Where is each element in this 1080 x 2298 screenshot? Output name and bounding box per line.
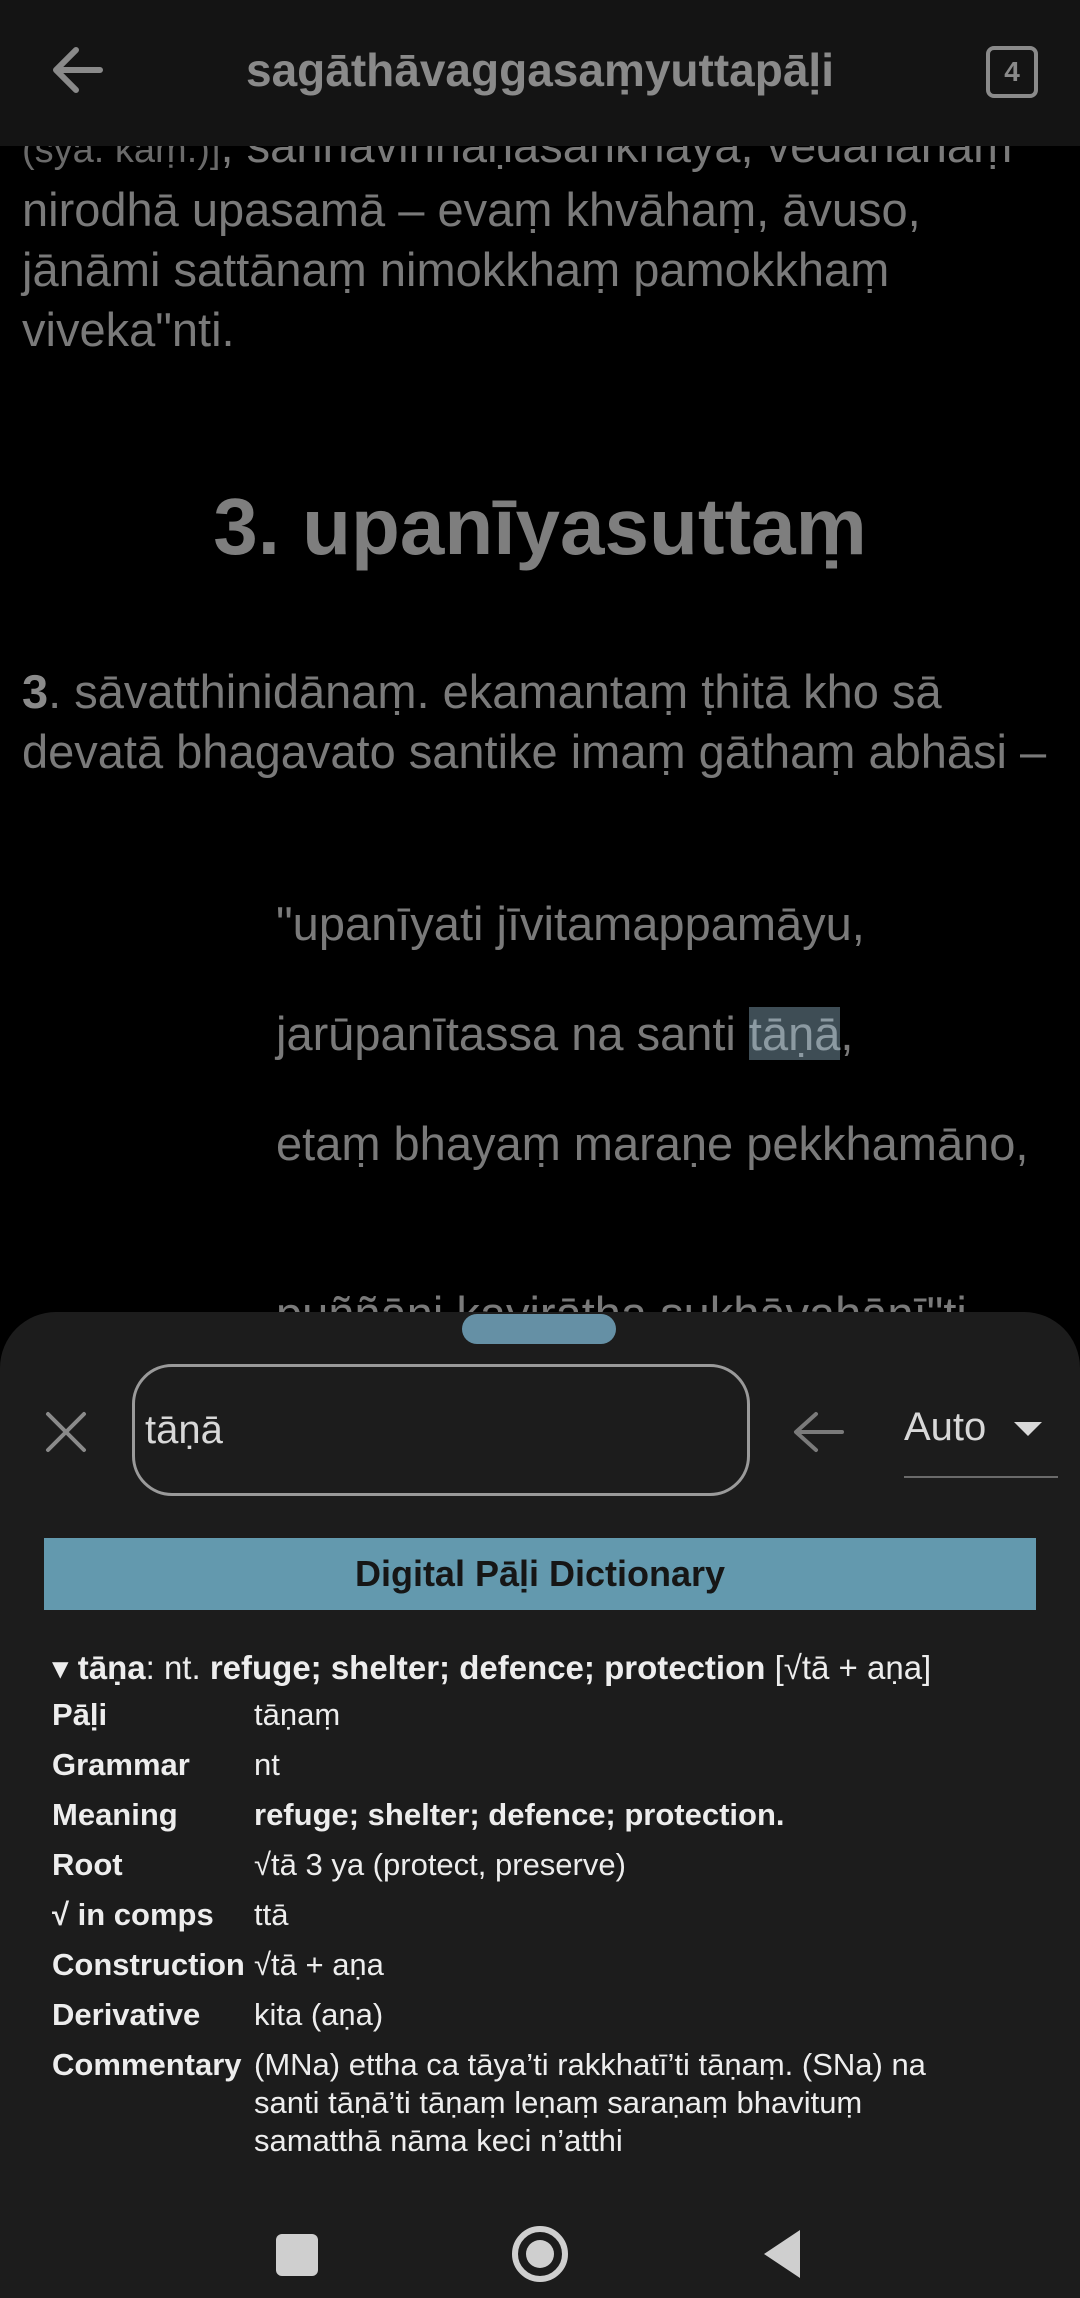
- search-input[interactable]: tāṇā: [132, 1364, 750, 1496]
- collapse-toggle-icon: ▾: [52, 1649, 69, 1686]
- paragraph: (syā. kaṃ.)], saññāviññāṇasaṅkhayā, veda…: [22, 146, 1062, 360]
- entry-pos: : nt.: [145, 1649, 210, 1686]
- entry-row-grammar: Grammar nt: [52, 1746, 1042, 1784]
- row-value: ttā: [254, 1897, 289, 1932]
- page-title: sagāthāvaggasaṃyuttapāḷi: [245, 44, 834, 96]
- recents-button[interactable]: [276, 2234, 318, 2276]
- row-value: refuge; shelter; defence; protection.: [254, 1797, 785, 1832]
- verse-text: jarūpanītassa na santi: [276, 1007, 749, 1060]
- row-label: Grammar: [52, 1747, 190, 1782]
- top-app-bar: sagāthāvaggasaṃyuttapāḷi 4: [0, 0, 1080, 146]
- search-input-value: tāṇā: [145, 1408, 223, 1452]
- entry-meaning: refuge; shelter; defence; protection: [209, 1649, 766, 1686]
- entry-row-pali: Pāḷi tāṇaṃ: [52, 1696, 1042, 1734]
- language-dropdown-value: Auto: [904, 1405, 987, 1449]
- row-value: √tā + aṇa: [254, 1947, 384, 1982]
- back-arrow-icon[interactable]: [790, 1408, 846, 1456]
- paragraph-text: . sāvatthinidānaṃ. ekamantaṃ ṭhitā kho s…: [22, 665, 1047, 778]
- row-value: kita (aṇa): [254, 1997, 384, 2032]
- verse-text: ,: [840, 1007, 854, 1060]
- paragraph-text: , saññāviññāṇasaṅkhayā, vedanānaṃ nirodh…: [22, 146, 1012, 356]
- row-label: √ in comps: [52, 1897, 214, 1932]
- verse-line: jarūpanītassa na santi tāṇā,: [276, 1004, 1056, 1064]
- row-label: Commentary: [52, 2047, 242, 2082]
- entry-row-meaning: Meaning refuge; shelter; defence; protec…: [52, 1796, 1042, 1834]
- verse-line: "upanīyati jīvitamappamāyu,: [276, 897, 865, 950]
- row-label: Meaning: [52, 1797, 178, 1832]
- dictionary-entry: ▾ tāṇa: nt. refuge; shelter; defence; pr…: [52, 1646, 1042, 2172]
- home-button[interactable]: [512, 2226, 568, 2282]
- verse-line: etaṃ bhayaṃ maraṇe pekkhamāno,: [276, 1117, 1029, 1170]
- row-value: nt: [254, 1747, 280, 1782]
- chevron-down-icon: [1014, 1422, 1042, 1436]
- row-value: tāṇaṃ: [254, 1697, 341, 1732]
- entry-row-root: Root √tā 3 ya (protect, preserve): [52, 1846, 1042, 1884]
- tabs-count-button[interactable]: 4: [986, 46, 1038, 98]
- paragraph-number: 3: [22, 665, 49, 718]
- reading-content: (syā. kaṃ.)], saññāviññāṇasaṅkhayā, veda…: [0, 146, 1080, 1326]
- row-label: Pāḷi: [52, 1697, 108, 1732]
- system-navigation-bar: [0, 2180, 1080, 2298]
- paragraph: 3. sāvatthinidānaṃ. ekamantaṃ ṭhitā kho …: [22, 662, 1062, 782]
- entry-row-commentary: Commentary (MNa) ettha ca tāya’ti rakkha…: [52, 2046, 1042, 2160]
- system-back-button[interactable]: [764, 2230, 800, 2278]
- sutta-heading: 3. upanīyasuttaṃ: [213, 482, 867, 571]
- language-dropdown[interactable]: Auto: [904, 1388, 1058, 1478]
- dictionary-header[interactable]: Digital Pāḷi Dictionary: [44, 1538, 1036, 1610]
- entry-row-derivative: Derivative kita (aṇa): [52, 1996, 1042, 2034]
- highlighted-word[interactable]: tāṇā: [748, 1007, 841, 1060]
- entry-row-root-in-comps: √ in comps ttā: [52, 1896, 1042, 1934]
- entry-summary[interactable]: ▾ tāṇa: nt. refuge; shelter; defence; pr…: [52, 1646, 1042, 1690]
- dictionary-bottom-sheet: tāṇā Auto Digital Pāḷi Dictionary ▾ tāṇa…: [0, 1312, 1080, 2298]
- row-label: Construction: [52, 1947, 245, 1982]
- entry-headword: tāṇa: [77, 1649, 146, 1686]
- row-label: Derivative: [52, 1997, 201, 2032]
- variant-reading: (syā. kaṃ.)]: [22, 146, 221, 171]
- drag-handle[interactable]: [462, 1314, 616, 1344]
- entry-construction: [√tā + aṇa]: [765, 1649, 932, 1686]
- entry-row-construction: Construction √tā + aṇa: [52, 1946, 1042, 1984]
- row-value: √tā 3 ya (protect, preserve): [254, 1847, 626, 1882]
- row-label: Root: [52, 1847, 123, 1882]
- close-icon[interactable]: [42, 1408, 90, 1456]
- row-value: (MNa) ettha ca tāya’ti rakkhatī’ti tāṇaṃ…: [254, 2047, 926, 2158]
